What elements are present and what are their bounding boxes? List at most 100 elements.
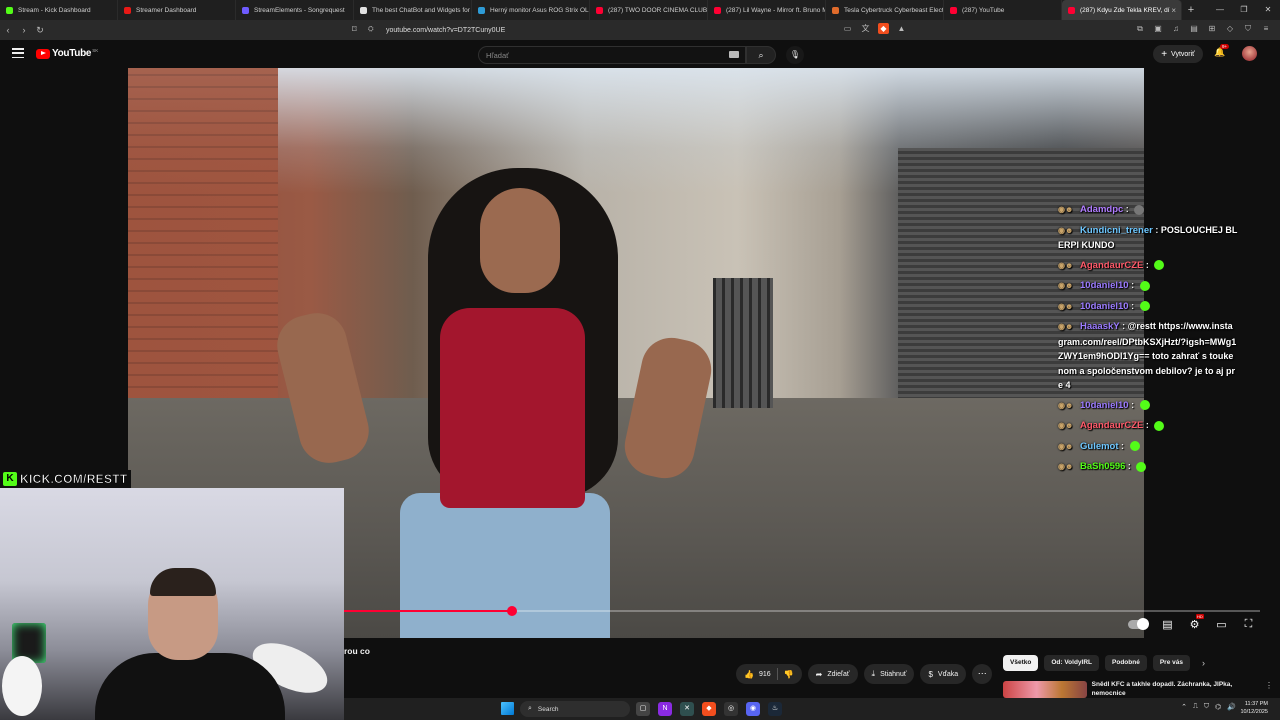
- settings-gear-icon[interactable]: ⚙ HD: [1187, 614, 1204, 631]
- chat-message: ◉☻ 10daniel10 :: [1058, 278, 1238, 294]
- progress-bar[interactable]: [344, 606, 1260, 616]
- media-icon[interactable]: ♫: [1170, 23, 1182, 35]
- forward-icon[interactable]: ›: [16, 25, 32, 35]
- browser-tab[interactable]: Stream - Kick Dashboard: [0, 0, 118, 20]
- url-field[interactable]: ⛭ youtube.com/watch?v=DT2TCuny0UE: [368, 23, 908, 37]
- app-xbox-icon[interactable]: ✕: [680, 702, 694, 716]
- browser-tab-active[interactable]: (287) Kdyu Zde Tekla KREV, dí ×: [1062, 0, 1182, 20]
- youtube-play-icon: [36, 48, 50, 59]
- chat-username[interactable]: BaSh0596: [1080, 461, 1125, 472]
- thumbs-up-icon[interactable]: 👍: [744, 670, 754, 679]
- share-button[interactable]: ➦ Zdieľať: [807, 664, 858, 684]
- chat-username[interactable]: AgandaurCZE: [1080, 420, 1143, 431]
- brave-shields-icon[interactable]: ◆: [878, 23, 889, 34]
- wallet-icon[interactable]: ◇: [1224, 23, 1236, 35]
- search-button[interactable]: ⌕: [746, 46, 776, 64]
- subtitles-icon[interactable]: ▤: [1160, 618, 1175, 631]
- close-window-button[interactable]: ✕: [1256, 0, 1280, 20]
- recommended-title[interactable]: Snědl KFC a takhle dopadl. Záchranka, JI…: [1092, 681, 1261, 698]
- chat-username[interactable]: HaaaskY: [1080, 321, 1120, 332]
- browser-tab[interactable]: Herný monitor Asus ROG Strix OLE: [472, 0, 590, 20]
- youtube-logo[interactable]: YouTube SK: [36, 48, 98, 59]
- filter-chip[interactable]: Všetko: [1003, 655, 1039, 671]
- fullscreen-icon[interactable]: ⛶: [1241, 618, 1256, 631]
- reload-icon[interactable]: ↻: [32, 25, 48, 36]
- chips-next-icon[interactable]: ›: [1202, 658, 1205, 668]
- chat-separator: :: [1152, 224, 1161, 235]
- autoplay-toggle[interactable]: [1128, 618, 1149, 630]
- chat-badge-icon: ◉☻: [1058, 441, 1074, 451]
- tray-usb-icon[interactable]: ⎍: [1193, 703, 1198, 711]
- app-chrome-icon[interactable]: ◎: [724, 702, 738, 716]
- browser-tab[interactable]: StreamElements - Songrequest: [236, 0, 354, 20]
- windows-start-icon[interactable]: [501, 702, 514, 715]
- taskbar-search[interactable]: ⌕ Search: [520, 701, 630, 717]
- browser-tab[interactable]: Streamer Dashboard: [118, 0, 236, 20]
- sidebar-icon[interactable]: ▣: [1152, 23, 1164, 35]
- chat-username[interactable]: 10daniel10: [1080, 280, 1129, 291]
- menu-icon[interactable]: ≡: [1260, 23, 1272, 35]
- rewards-icon[interactable]: ▲: [896, 23, 907, 34]
- chat-badge-icon: ◉☻: [1058, 462, 1074, 471]
- chat-username[interactable]: Kundicni_trener: [1080, 225, 1153, 236]
- translate-icon[interactable]: 文: [860, 23, 871, 34]
- hamburger-menu-icon[interactable]: [12, 48, 24, 58]
- recommended-menu-icon[interactable]: ⋮: [1265, 681, 1273, 698]
- tray-shield-icon[interactable]: ⛉: [1204, 703, 1209, 711]
- chat-username[interactable]: Gulemot: [1080, 441, 1119, 452]
- taskbar-search-icon: ⌕: [528, 705, 532, 712]
- cast-icon[interactable]: ▭: [842, 23, 853, 34]
- more-actions-icon[interactable]: ⋯: [972, 664, 993, 684]
- recommended-video[interactable]: Snědl KFC a takhle dopadl. Záchranka, JI…: [1003, 681, 1273, 698]
- maximize-button[interactable]: ❐: [1232, 0, 1256, 20]
- chat-username[interactable]: Adamdpc: [1080, 204, 1123, 215]
- bookmark-icon[interactable]: ⌑: [352, 24, 357, 35]
- app-next-icon[interactable]: N: [658, 702, 672, 716]
- app-discord-icon[interactable]: ◉: [746, 702, 760, 716]
- like-count[interactable]: 916: [759, 671, 771, 678]
- recommended-thumbnail[interactable]: [1003, 681, 1087, 698]
- back-icon[interactable]: ‹: [0, 25, 16, 35]
- new-tab-icon[interactable]: +: [1182, 4, 1200, 16]
- reading-list-icon[interactable]: ▤: [1188, 23, 1200, 35]
- browser-tab[interactable]: (287) TWO DOOR CINEMA CLUB |: [590, 0, 708, 20]
- filter-chip[interactable]: Pre vás: [1152, 655, 1190, 671]
- browser-tab[interactable]: (287) YouTube: [944, 0, 1062, 20]
- keyboard-icon[interactable]: [729, 51, 739, 58]
- search-input[interactable]: Hľadať: [478, 46, 746, 64]
- close-tab-icon[interactable]: ×: [1171, 6, 1176, 15]
- chat-username[interactable]: 10daniel10: [1080, 400, 1129, 411]
- search-icon: ⌕: [758, 50, 764, 60]
- tab-search-icon[interactable]: ⊞: [1206, 23, 1218, 35]
- tray-volume-icon[interactable]: 🔊: [1227, 703, 1236, 711]
- vpn-icon[interactable]: ⛉: [1242, 23, 1254, 35]
- player-controls-right: ▤ ⚙ HD ▭ ⛶: [1128, 614, 1256, 631]
- app-brave-icon[interactable]: ◆: [702, 702, 716, 716]
- chat-username[interactable]: AgandaurCZE: [1080, 260, 1143, 271]
- chat-message: ◉☻ AgandaurCZE :: [1058, 418, 1238, 434]
- browser-tab[interactable]: The best ChatBot and Widgets for: [354, 0, 472, 20]
- filter-chip[interactable]: Podobné: [1105, 655, 1147, 671]
- create-button[interactable]: + Vytvoriť: [1153, 45, 1203, 63]
- scrubber-knob[interactable]: [506, 606, 517, 616]
- extension-puzzle-icon[interactable]: ⧉: [1134, 23, 1146, 35]
- account-avatar[interactable]: [1242, 46, 1257, 61]
- voice-search-icon[interactable]: 🎙: [786, 46, 804, 64]
- thumbs-down-icon[interactable]: 👎: [784, 670, 802, 679]
- app-steam-icon[interactable]: ♨: [768, 702, 782, 716]
- browser-tab[interactable]: Tesla Cybertruck Cyberbeast Electr: [826, 0, 944, 20]
- chat-username[interactable]: 10daniel10: [1080, 301, 1129, 312]
- notifications-bell-icon[interactable]: 🔔 9+: [1214, 44, 1230, 58]
- site-info-icon[interactable]: ⛭: [368, 26, 376, 34]
- browser-tab[interactable]: (287) Lil Wayne - Mirror ft. Bruno M: [708, 0, 826, 20]
- thanks-button[interactable]: $ Vďaka: [920, 664, 967, 684]
- tray-chevron-icon[interactable]: ⌃: [1181, 703, 1187, 711]
- filter-chip[interactable]: Od: VoldyIRL: [1044, 655, 1100, 671]
- tab-favicon-icon: [242, 6, 249, 14]
- minimize-button[interactable]: —: [1208, 0, 1232, 20]
- taskbar-clock[interactable]: 11:37 PM 10/12/2025: [1240, 700, 1268, 716]
- tray-wifi-icon[interactable]: ⌬: [1215, 703, 1221, 711]
- theater-mode-icon[interactable]: ▭: [1214, 618, 1229, 631]
- download-button[interactable]: ⤓ Stiahnuť: [863, 664, 915, 684]
- task-view-icon[interactable]: ▢: [636, 702, 650, 716]
